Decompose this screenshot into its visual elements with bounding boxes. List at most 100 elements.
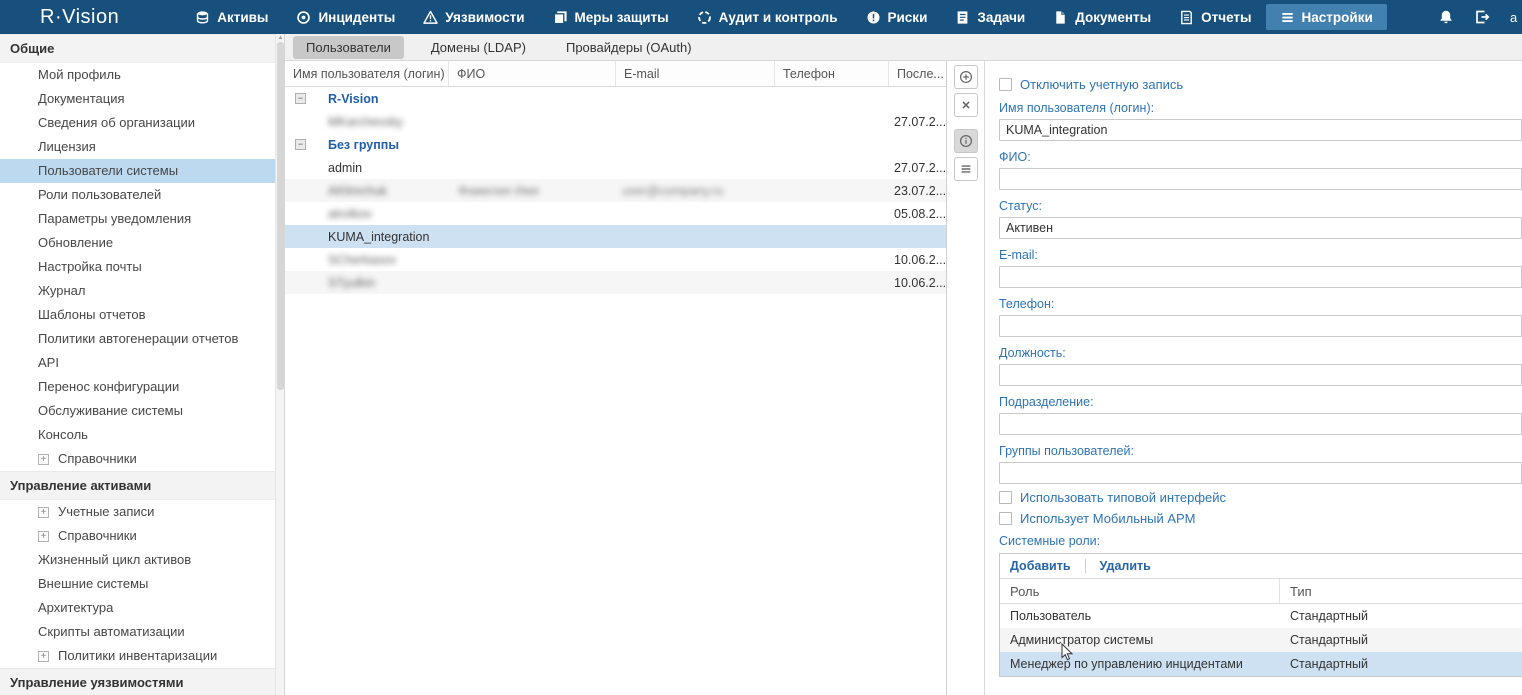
nav-item[interactable]: Документы: [1039, 4, 1165, 30]
nav-item[interactable]: Активы: [181, 4, 282, 30]
nav-item[interactable]: Отчеты: [1165, 4, 1265, 30]
collapse-minus-icon[interactable]: −: [295, 139, 306, 150]
nav-item[interactable]: Риски: [852, 4, 942, 30]
form-field-input[interactable]: [999, 266, 1522, 288]
sidebar-item[interactable]: +Учетные записи: [0, 500, 284, 524]
table-row[interactable]: MKarchevsky27.07.2...: [285, 110, 946, 133]
add-record-button[interactable]: [954, 65, 978, 89]
role-row[interactable]: ПользовательСтандартный: [1000, 604, 1522, 628]
users-table-body: −R-VisionMKarchevsky27.07.2...−Без групп…: [285, 87, 946, 695]
sidebar-item[interactable]: +Справочники: [0, 524, 284, 548]
user-email-cell: user@company.ru: [616, 184, 775, 198]
users-table-header: Имя пользователя (логин)↑ФИОE-mailТелефо…: [285, 61, 946, 87]
form-field-input[interactable]: [999, 315, 1522, 337]
sidebar-item[interactable]: Сведения об организации: [0, 111, 284, 135]
sidebar-item[interactable]: Обслуживание системы: [0, 399, 284, 423]
tab-item[interactable]: Провайдеры (OAuth): [553, 36, 705, 59]
sidebar-item[interactable]: Скрипты автоматизации: [0, 620, 284, 644]
sidebar-item[interactable]: Журнал: [0, 279, 284, 303]
collapse-minus-icon[interactable]: −: [295, 93, 306, 104]
form-field-input[interactable]: [999, 462, 1522, 484]
table-row[interactable]: KUMA_integration: [285, 225, 946, 248]
sidebar-item[interactable]: Архитектура: [0, 596, 284, 620]
column-header[interactable]: Имя пользователя (логин)↑: [285, 61, 449, 86]
sidebar-item[interactable]: Параметры уведомления: [0, 207, 284, 231]
form-field-input[interactable]: [999, 168, 1522, 190]
option-checkbox[interactable]: [999, 512, 1012, 525]
roles-column-role[interactable]: Роль: [1000, 579, 1280, 603]
sidebar-item-label: Политики инвентаризации: [58, 644, 217, 668]
form-field-input[interactable]: [999, 217, 1522, 239]
table-row[interactable]: SCherkasov10.06.2...: [285, 248, 946, 271]
nav-item[interactable]: Уязвимости: [409, 4, 538, 30]
sidebar-item[interactable]: Обновление: [0, 231, 284, 255]
sidebar-item[interactable]: Перенос конфигурации: [0, 375, 284, 399]
option-checkbox[interactable]: [999, 491, 1012, 504]
sidebar-item[interactable]: Пользователи системы: [0, 159, 284, 183]
sidebar-item[interactable]: +Справочники: [0, 447, 284, 471]
form-field-input[interactable]: [999, 364, 1522, 386]
role-row[interactable]: Менеджер по управлению инцидентамиСтанда…: [1000, 652, 1522, 676]
option-checkbox-row[interactable]: Использует Мобильный АРМ: [999, 511, 1522, 526]
task-list-icon: [955, 10, 970, 25]
roles-add-button[interactable]: Добавить: [1010, 559, 1085, 573]
column-header[interactable]: E-mail: [616, 61, 775, 86]
role-name-cell: Администратор системы: [1000, 633, 1280, 647]
sidebar-item[interactable]: Мой профиль: [0, 63, 284, 87]
info-button[interactable]: [954, 129, 978, 153]
nav-item[interactable]: Аудит и контроль: [683, 4, 852, 30]
sidebar-section-header: Общие: [0, 34, 284, 63]
sidebar-scrollbar[interactable]: ▲: [275, 34, 284, 695]
nav-item[interactable]: Меры защиты: [539, 4, 683, 30]
form-field-input[interactable]: [999, 413, 1522, 435]
expand-plus-icon[interactable]: +: [38, 454, 49, 465]
sidebar-item[interactable]: Роли пользователей: [0, 183, 284, 207]
table-row[interactable]: AKlimchukФамилия Имяuser@company.ru23.07…: [285, 179, 946, 202]
table-row[interactable]: atrolkov05.08.2...: [285, 202, 946, 225]
user-lastlogin-cell: 10.06.2...: [889, 276, 946, 290]
notifications-bell-icon[interactable]: [1438, 9, 1454, 25]
form-field-input[interactable]: [999, 119, 1522, 141]
disable-account-checkbox-row[interactable]: Отключить учетную запись: [999, 77, 1522, 92]
column-header[interactable]: После...: [889, 61, 947, 86]
sidebar-item[interactable]: Документация: [0, 87, 284, 111]
sidebar-item[interactable]: Внешние системы: [0, 572, 284, 596]
column-header[interactable]: ФИО: [449, 61, 616, 86]
group-row[interactable]: −Без группы: [285, 133, 946, 156]
tab-active[interactable]: Пользователи: [293, 36, 404, 59]
expand-plus-icon[interactable]: +: [38, 507, 49, 518]
sidebar-item[interactable]: + Политики инвентаризации: [0, 644, 284, 668]
sidebar-item-label: Параметры уведомления: [38, 207, 191, 231]
table-row[interactable]: admin27.07.2...: [285, 156, 946, 179]
roles-column-type[interactable]: Тип: [1280, 584, 1522, 599]
table-row[interactable]: STyulkin10.06.2...: [285, 271, 946, 294]
nav-item[interactable]: Настройки: [1266, 4, 1387, 30]
rvision-logo[interactable]: R·Vision: [40, 6, 119, 29]
sidebar-scrollbar-thumb[interactable]: [277, 42, 284, 390]
sidebar-item[interactable]: API: [0, 351, 284, 375]
sidebar-item[interactable]: Политики автогенерации отчетов: [0, 327, 284, 351]
delete-record-button[interactable]: [954, 93, 978, 117]
nav-item[interactable]: Задачи: [941, 4, 1039, 30]
sidebar-item[interactable]: Лицензия: [0, 135, 284, 159]
sidebar-item[interactable]: Шаблоны отчетов: [0, 303, 284, 327]
column-header[interactable]: Телефон: [775, 61, 889, 86]
sidebar-item[interactable]: Консоль: [0, 423, 284, 447]
roles-remove-button[interactable]: Удалить: [1100, 559, 1165, 573]
close-x-icon: [959, 98, 973, 112]
nav-item[interactable]: Инциденты: [282, 4, 409, 30]
tab-item[interactable]: Домены (LDAP): [418, 36, 539, 59]
username-partial[interactable]: a: [1510, 10, 1520, 25]
expand-plus-icon[interactable]: +: [38, 651, 49, 662]
option-checkbox-row[interactable]: Использовать типовой интерфейс: [999, 490, 1522, 505]
disable-account-checkbox[interactable]: [999, 78, 1012, 91]
sidebar-item[interactable]: Настройка почты: [0, 255, 284, 279]
list-view-button[interactable]: [954, 157, 978, 181]
role-row[interactable]: Администратор системыСтандартный: [1000, 628, 1522, 652]
expand-plus-icon[interactable]: +: [38, 531, 49, 542]
sidebar-item[interactable]: Жизненный цикл активов: [0, 548, 284, 572]
logout-icon[interactable]: [1474, 9, 1490, 25]
group-row[interactable]: −R-Vision: [285, 87, 946, 110]
scrollbar-up-arrow-icon[interactable]: ▲: [277, 35, 284, 41]
user-lastlogin-cell: 23.07.2...: [889, 184, 946, 198]
